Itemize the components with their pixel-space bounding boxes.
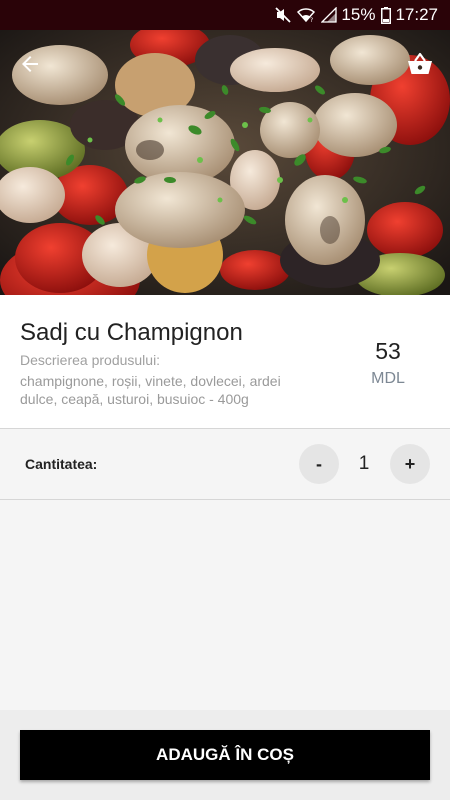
product-title: Sadj cu Champignon [20,319,243,346]
quantity-value: 1 [358,453,370,474]
price-currency: MDL [371,370,405,387]
cart-button[interactable] [398,44,442,88]
status-bar: ? 15% 17:27 [0,0,450,30]
description-label: Descrierea produsului: [20,352,161,368]
bottom-action-bar: ADAUGĂ ÎN COȘ [0,710,450,800]
battery-icon [381,6,392,24]
quantity-increase-button[interactable]: + [390,444,430,484]
battery-percent: 15% [341,5,376,24]
clock: 17:27 [395,5,438,24]
wifi-icon: ? [297,7,316,23]
empty-content-area [0,500,450,710]
quantity-row: Cantitatea: - 1 + [0,429,450,499]
add-to-cart-button[interactable]: ADAUGĂ ÎN COȘ [20,730,430,780]
signal-icon [321,7,338,23]
quantity-decrease-button[interactable]: - [299,444,339,484]
product-image [0,30,450,295]
product-info-card: Sadj cu Champignon Descrierea produsului… [0,295,450,428]
arrow-left-icon [18,52,42,81]
product-description: champignone, roșii, vinete, dovlecei, ar… [20,373,281,407]
quantity-label: Cantitatea: [25,456,98,472]
mute-icon [275,7,292,23]
back-button[interactable] [8,44,52,88]
product-price: 53 [375,338,401,364]
basket-icon [406,51,434,82]
svg-text:?: ? [310,17,313,23]
product-screen: ? 15% 17:27 Sadj cu Champignon Descriere… [0,0,450,800]
